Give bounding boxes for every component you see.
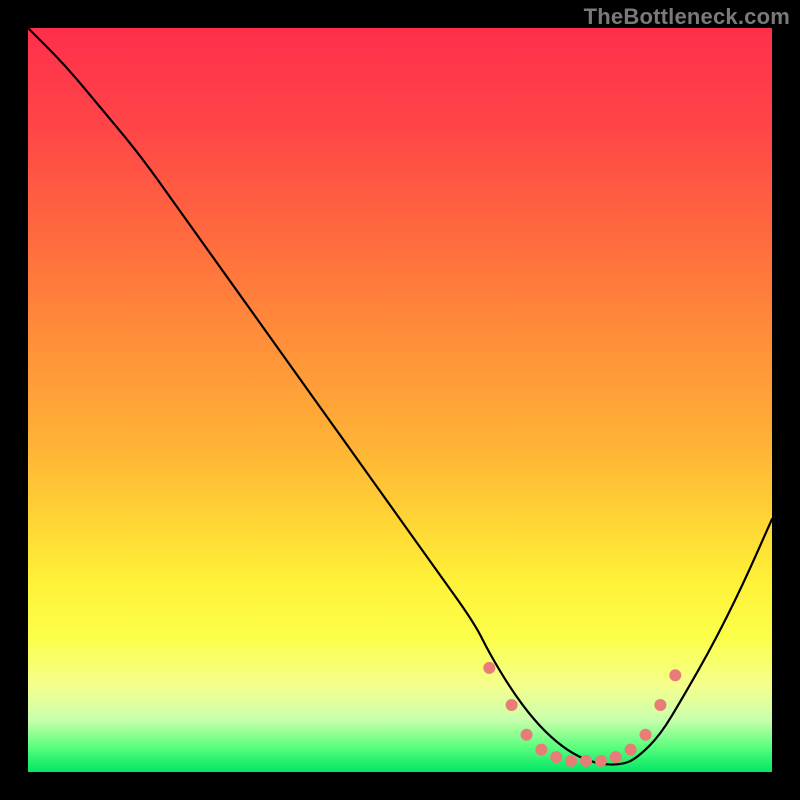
- chart-plot: [28, 28, 772, 772]
- chart-svg: [28, 28, 772, 772]
- gradient-background: [28, 28, 772, 772]
- highlight-dot: [565, 755, 577, 767]
- highlight-dot: [483, 662, 495, 674]
- chart-stage: TheBottleneck.com: [0, 0, 800, 800]
- highlight-dot: [580, 755, 592, 767]
- highlight-dot: [520, 729, 532, 741]
- highlight-dot: [669, 669, 681, 681]
- highlight-dot: [506, 699, 518, 711]
- watermark-text: TheBottleneck.com: [584, 4, 790, 30]
- highlight-dot: [550, 751, 562, 763]
- highlight-dot: [640, 729, 652, 741]
- highlight-dot: [595, 755, 607, 767]
- highlight-dot: [535, 744, 547, 756]
- highlight-dot: [654, 699, 666, 711]
- highlight-dot: [625, 744, 637, 756]
- highlight-dot: [610, 751, 622, 763]
